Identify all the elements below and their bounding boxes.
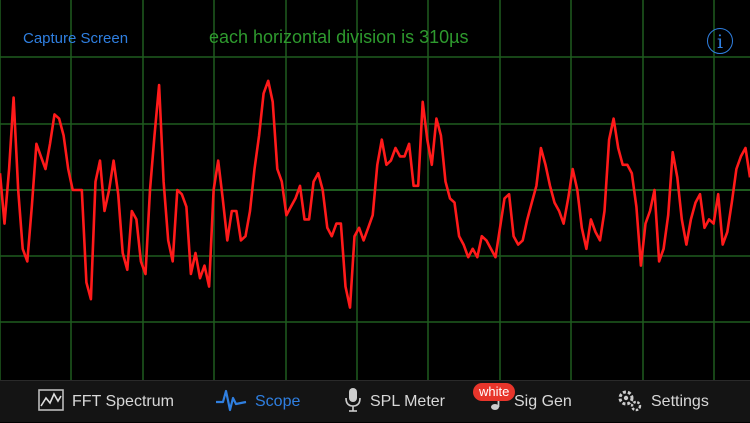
info-icon: i bbox=[716, 31, 724, 53]
division-label: each horizontal division is 310µs bbox=[209, 27, 469, 47]
tab-scope[interactable]: Scope bbox=[215, 381, 300, 423]
tab-label: FFT Spectrum bbox=[72, 393, 174, 410]
tab-label: Scope bbox=[255, 393, 301, 410]
tab-bar: FFT Spectrum Scope SPL Meter Sig Gen Set… bbox=[0, 380, 750, 422]
tab-fft-spectrum[interactable]: FFT Spectrum bbox=[38, 381, 174, 423]
tab-settings[interactable]: Settings bbox=[617, 381, 709, 423]
tab-spl-meter[interactable]: SPL Meter bbox=[344, 381, 445, 423]
tab-label: Sig Gen bbox=[514, 393, 572, 410]
info-button[interactable]: i bbox=[707, 28, 733, 54]
fft-spectrum-icon bbox=[38, 388, 64, 416]
microphone-icon bbox=[344, 387, 362, 418]
capture-screen-button[interactable]: Capture Screen bbox=[23, 30, 128, 47]
tab-label: Settings bbox=[651, 393, 709, 410]
scope-waveform-icon bbox=[215, 388, 247, 417]
scope-display bbox=[0, 0, 750, 380]
gears-icon bbox=[617, 388, 643, 417]
sig-gen-badge: white bbox=[473, 383, 516, 401]
tab-label: SPL Meter bbox=[370, 393, 445, 410]
waveform-trace bbox=[0, 79, 750, 309]
